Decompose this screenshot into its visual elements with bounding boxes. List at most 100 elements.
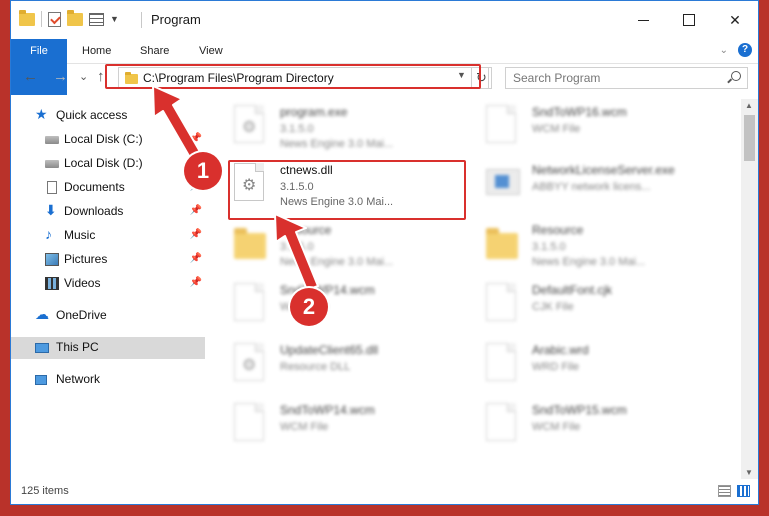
back-button[interactable]: ← bbox=[23, 68, 38, 85]
ribbon-tabs: File Home Share View ⌄ ? bbox=[11, 39, 758, 95]
file-version: 3.1.5.0 bbox=[280, 123, 314, 135]
file-item[interactable]: SndToWP14.wcm WCM File bbox=[228, 277, 468, 333]
file-item[interactable]: Resource 3.1.5.0 News Engine 3.0 Mai... bbox=[480, 217, 720, 273]
document-file-icon bbox=[234, 283, 266, 321]
folder-icon bbox=[486, 223, 518, 261]
file-type: WRD File bbox=[532, 361, 580, 373]
sidebar-item-label: Pictures bbox=[64, 252, 108, 266]
file-type: CJK File bbox=[532, 301, 574, 313]
vertical-scrollbar[interactable]: ▲ ▼ bbox=[741, 99, 758, 479]
file-item[interactable]: SndToWP14.wcm WCM File bbox=[228, 397, 468, 453]
sidebar-item-local-disk-c[interactable]: Local Disk (C:) 📌 bbox=[11, 129, 205, 151]
file-item[interactable]: ⚙ program.exe 3.1.5.0 News Engine 3.0 Ma… bbox=[228, 99, 468, 155]
file-type: WCM File bbox=[532, 421, 581, 433]
file-type: WCM File bbox=[532, 123, 581, 135]
document-file-icon bbox=[486, 283, 518, 321]
file-item[interactable]: Arabic.wrd WRD File bbox=[480, 337, 720, 393]
recent-locations-button[interactable]: ⌄ bbox=[79, 70, 88, 83]
file-item[interactable]: SndToWP16.wcm WCM File bbox=[480, 99, 720, 155]
file-highlight bbox=[228, 160, 466, 220]
documents-icon bbox=[47, 181, 57, 194]
pin-icon[interactable]: 📌 bbox=[190, 133, 202, 144]
sidebar-item-pictures[interactable]: Pictures 📌 bbox=[11, 249, 205, 271]
view-options-icon[interactable] bbox=[89, 12, 104, 26]
tab-share[interactable]: Share bbox=[140, 39, 169, 63]
status-bar: 125 items bbox=[11, 480, 758, 504]
window-title: Program bbox=[151, 12, 201, 27]
sidebar-item-videos[interactable]: Videos 📌 bbox=[11, 273, 205, 295]
view-toggle bbox=[718, 485, 750, 497]
sidebar-item-downloads[interactable]: ⬇ Downloads 📌 bbox=[11, 201, 205, 223]
toolbar-separator bbox=[41, 11, 42, 27]
pin-icon[interactable]: 📌 bbox=[190, 277, 202, 288]
tab-home[interactable]: Home bbox=[82, 39, 111, 63]
tiles-view-icon[interactable] bbox=[737, 485, 750, 497]
file-name: NetworkLicenseServer.exe bbox=[532, 163, 675, 177]
file-list: ⚙ program.exe 3.1.5.0 News Engine 3.0 Ma… bbox=[228, 99, 742, 471]
file-type: Resource DLL bbox=[280, 361, 351, 373]
file-name: SndToWP16.wcm bbox=[532, 105, 627, 119]
pin-icon[interactable]: 📌 bbox=[190, 253, 202, 264]
videos-icon bbox=[45, 277, 59, 290]
document-file-icon bbox=[486, 403, 518, 441]
sidebar-item-documents[interactable]: Documents 📌 bbox=[11, 177, 205, 199]
cloud-icon: ☁ bbox=[35, 306, 49, 322]
sidebar-item-label: Quick access bbox=[56, 108, 128, 122]
sidebar-item-this-pc[interactable]: This PC bbox=[11, 337, 205, 359]
properties-icon[interactable] bbox=[48, 11, 61, 27]
file-name: Resource bbox=[532, 223, 584, 237]
sidebar-item-local-disk-d[interactable]: Local Disk (D:) 📌 bbox=[11, 153, 205, 175]
file-name: SndToWP15.wcm bbox=[532, 403, 627, 417]
scroll-thumb[interactable] bbox=[744, 115, 755, 161]
minimize-button[interactable] bbox=[620, 1, 666, 39]
step-badge-1: 1 bbox=[184, 152, 222, 190]
sidebar-item-label: OneDrive bbox=[56, 308, 107, 322]
file-description: News Engine 3.0 Mai... bbox=[532, 256, 646, 268]
tab-view[interactable]: View bbox=[199, 39, 223, 63]
downloads-icon: ⬇ bbox=[45, 202, 57, 218]
exe-file-icon bbox=[486, 163, 520, 201]
navigation-pane: ★ Quick access Local Disk (C:) 📌 Local D… bbox=[11, 99, 207, 479]
file-item[interactable]: ⚙ UpdateClient65.dll Resource DLL bbox=[228, 337, 468, 393]
up-button[interactable]: ↑ bbox=[97, 68, 105, 85]
sidebar-item-music[interactable]: ♪ Music 📌 bbox=[11, 225, 205, 247]
title-bar: ▼ Program ✕ bbox=[11, 1, 758, 39]
sidebar-item-label: Local Disk (D:) bbox=[64, 156, 143, 170]
pin-icon[interactable]: 📌 bbox=[190, 229, 202, 240]
file-item[interactable]: SndToWP15.wcm WCM File bbox=[480, 397, 720, 453]
sidebar-item-label: Local Disk (C:) bbox=[64, 132, 143, 146]
file-item[interactable]: DefaultFont.cjk CJK File bbox=[480, 277, 720, 333]
help-icon[interactable]: ? bbox=[738, 43, 752, 57]
file-item[interactable]: NetworkLicenseServer.exe ABBYY network l… bbox=[480, 157, 720, 213]
details-view-icon[interactable] bbox=[718, 485, 731, 497]
expand-ribbon-icon[interactable]: ⌄ bbox=[720, 45, 728, 56]
quick-access-toolbar: ▼ bbox=[19, 9, 119, 27]
pin-icon[interactable]: 📌 bbox=[190, 205, 202, 216]
new-folder-icon[interactable] bbox=[67, 9, 83, 26]
sidebar-item-onedrive[interactable]: ☁ OneDrive bbox=[11, 305, 205, 327]
scroll-up-icon[interactable]: ▲ bbox=[745, 101, 753, 110]
file-name: Arabic.wrd bbox=[532, 343, 589, 357]
item-count: 125 items bbox=[21, 485, 69, 497]
dll-file-icon: ⚙ bbox=[234, 343, 266, 381]
customize-toolbar-dropdown-icon[interactable]: ▼ bbox=[110, 14, 119, 24]
step-badge-2: 2 bbox=[290, 288, 328, 326]
file-description: News Engine 3.0 Mai... bbox=[280, 256, 394, 268]
file-name: Resource bbox=[280, 223, 332, 237]
search-icon bbox=[731, 71, 741, 81]
maximize-icon bbox=[683, 14, 695, 26]
file-version: 3.1.5.0 bbox=[532, 241, 566, 253]
forward-button[interactable]: → bbox=[53, 68, 68, 85]
computer-icon bbox=[35, 343, 49, 353]
search-box[interactable]: Search Program bbox=[505, 67, 748, 89]
maximize-button[interactable] bbox=[666, 1, 712, 39]
sidebar-item-quick-access[interactable]: ★ Quick access bbox=[11, 105, 205, 127]
folder-icon bbox=[234, 223, 266, 261]
minimize-icon bbox=[637, 19, 649, 21]
file-item[interactable]: Resource 3.1.5.0 News Engine 3.0 Mai... bbox=[228, 217, 468, 273]
scroll-down-icon[interactable]: ▼ bbox=[745, 468, 753, 477]
sidebar-item-label: This PC bbox=[56, 340, 99, 354]
sidebar-item-network[interactable]: Network bbox=[11, 369, 205, 391]
close-button[interactable]: ✕ bbox=[712, 1, 758, 39]
sidebar-item-label: Documents bbox=[64, 180, 125, 194]
